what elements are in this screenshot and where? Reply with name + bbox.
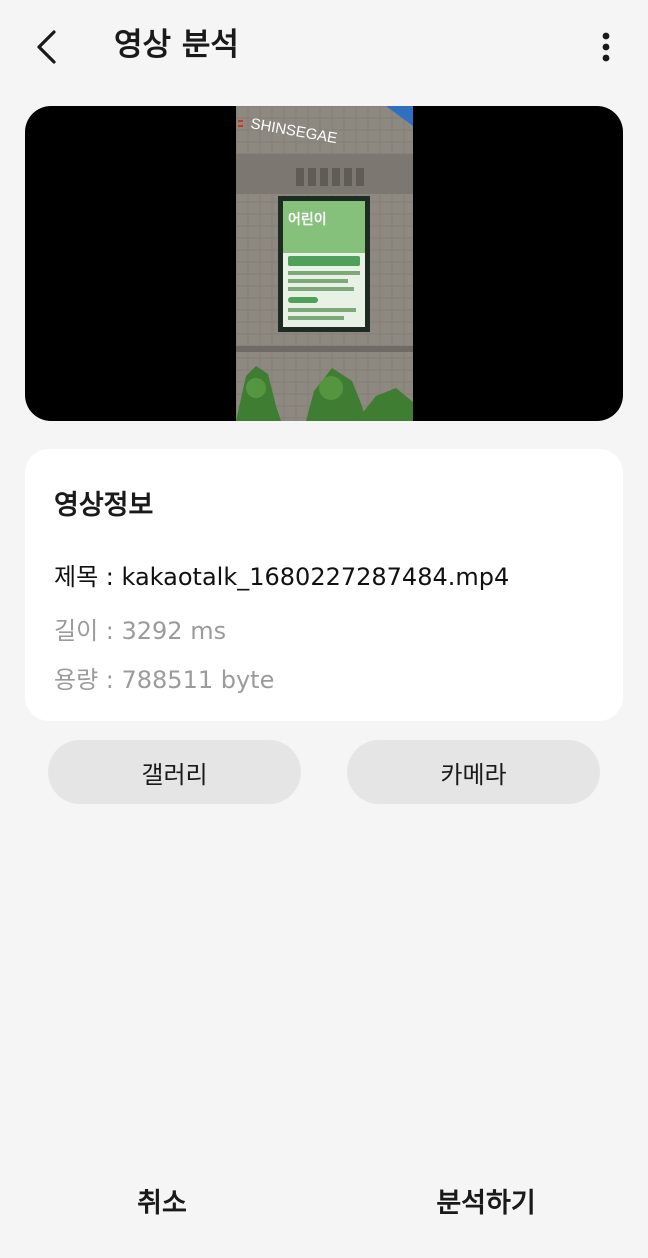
video-title: 제목 : kakaotalk_1680227287484.mp4 [54,563,510,591]
video-preview[interactable]: SHINSEGAE 어린이 [25,106,623,421]
more-vertical-icon [602,32,610,62]
app-bar: 영상 분석 [0,0,648,92]
page-title: 영상 분석 [114,27,239,63]
gallery-button[interactable]: 갤러리 [48,740,301,804]
screen: 영상 분석 SHINSEGAE 어린이 영상정보 제목: kakaotalk_… [0,0,648,1258]
back-button[interactable] [22,24,68,70]
video-info-card: 영상정보 제목 : kakaotalk_1680227287484.mp4 길이… [25,449,623,721]
camera-button[interactable]: 카메라 [347,740,600,804]
banner-headline: 어린이 [288,211,327,228]
cancel-button[interactable]: 취소 [100,1172,224,1228]
info-heading: 영상정보 [54,490,154,521]
analyze-button[interactable]: 분석하기 [410,1172,562,1228]
video-size: 용량 : 788511 byte [54,666,275,694]
more-options-button[interactable] [586,24,626,70]
video-frame: SHINSEGAE 어린이 [236,106,413,421]
chevron-left-icon [37,30,56,64]
video-duration: 길이 : 3292 ms [54,617,227,645]
